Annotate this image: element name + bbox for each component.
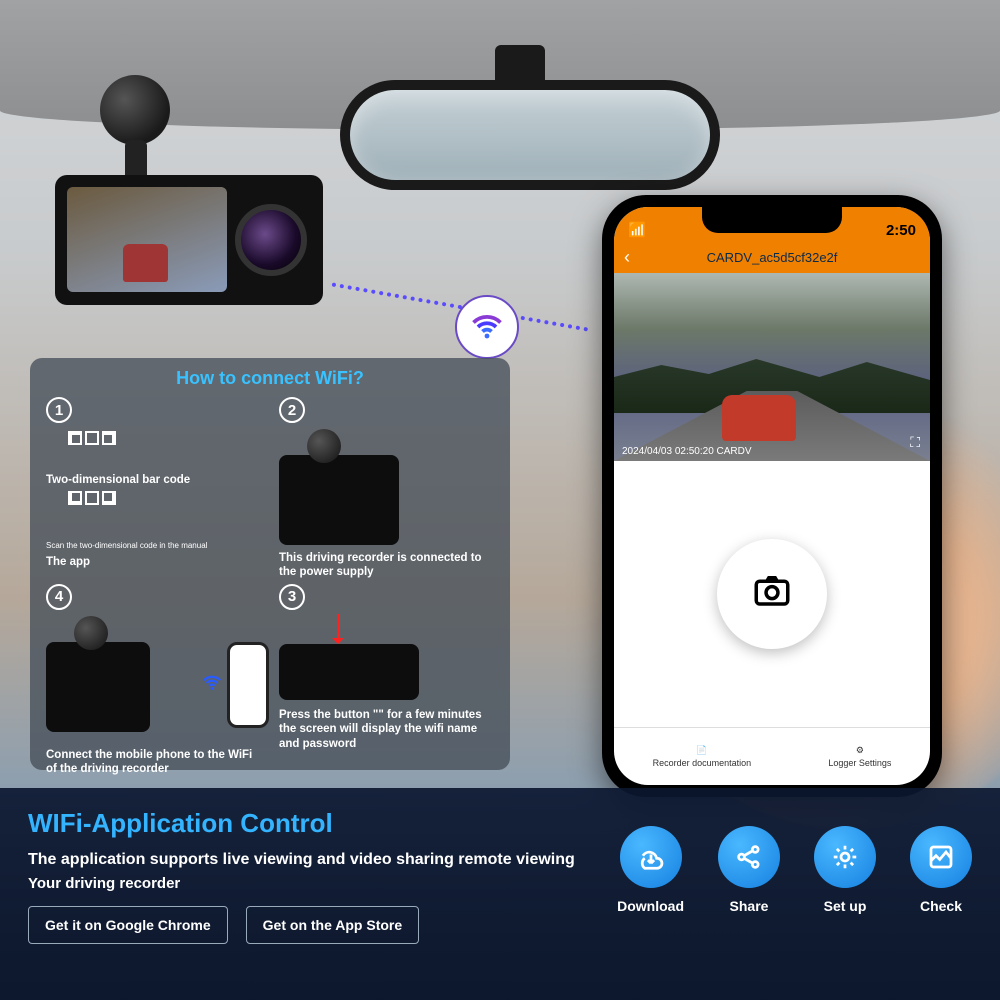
rearview-mirror: [340, 80, 720, 190]
step-2-number: 2: [279, 397, 305, 423]
signal-icon: 📶: [628, 221, 647, 239]
phone-mockup: 📶 2:50 ‹ CARDV_ac5d5cf32e2f 2024/04/03 0…: [602, 195, 942, 797]
footer-bar: WIFi-Application Control The application…: [0, 788, 1000, 1000]
download-label: Download: [617, 898, 684, 914]
setup-icon: [814, 826, 876, 888]
share-label: Share: [730, 898, 769, 914]
app-bar: ‹ CARDV_ac5d5cf32e2f: [614, 241, 930, 273]
dashcam-lens: [235, 204, 307, 276]
dashcam-screen: [67, 187, 227, 292]
document-icon: 📄: [696, 745, 707, 756]
qr-icon-2: [68, 491, 150, 531]
chrome-store-button[interactable]: Get it on Google Chrome: [28, 906, 228, 944]
check-icon: [910, 826, 972, 888]
step-3: 3 Press the button "" for a few minutes …: [279, 584, 494, 777]
step-2-caption: This driving recorder is connected to th…: [279, 551, 494, 580]
step-3-number: 3: [279, 584, 305, 610]
share-icon: [718, 826, 780, 888]
feature-setup[interactable]: Set up: [814, 826, 876, 914]
mini-wifi-icon: [201, 672, 223, 700]
check-label: Check: [920, 898, 962, 914]
app-store-button[interactable]: Get on the App Store: [246, 906, 419, 944]
status-time: 2:50: [886, 222, 916, 239]
step-1-sub-a: Scan the two-dimensional code in the man…: [46, 541, 261, 551]
setup-label: Set up: [824, 898, 867, 914]
step-1-caption: Two-dimensional bar code: [46, 473, 261, 487]
step-1-number: 1: [46, 397, 72, 423]
step-3-image: [279, 644, 419, 700]
gear-icon: ⚙: [856, 745, 864, 756]
tab-2-label: Logger Settings: [828, 758, 891, 768]
device-name: CARDV_ac5d5cf32e2f: [707, 250, 838, 265]
live-car: [722, 395, 796, 441]
shutter-button[interactable]: [717, 539, 827, 649]
phone-notch: [702, 207, 842, 233]
step-2: 2 This driving recorder is connected to …: [279, 397, 494, 580]
dashcam-mount: [100, 75, 170, 145]
phone-screen: 📶 2:50 ‹ CARDV_ac5d5cf32e2f 2024/04/03 0…: [614, 207, 930, 785]
step-1-sub-b: The app: [46, 555, 261, 569]
camera-icon: [751, 569, 793, 620]
tab-settings[interactable]: ⚙ Logger Settings: [828, 745, 891, 768]
feature-download[interactable]: Download: [617, 826, 684, 914]
wifi-icon: [455, 295, 519, 359]
step-3-caption: Press the button "" for a few minutes th…: [279, 708, 494, 751]
step-4: 4 Connect the mobile phone to the WiFi o…: [46, 584, 261, 777]
back-button[interactable]: ‹: [624, 247, 630, 268]
expand-icon[interactable]: ⛶: [910, 434, 920, 451]
panel-title: How to connect WiFi?: [46, 368, 494, 389]
shutter-area: [614, 461, 930, 727]
bottom-tabs: 📄 Recorder documentation ⚙ Logger Settin…: [614, 727, 930, 785]
download-icon: [620, 826, 682, 888]
feature-check[interactable]: Check: [910, 826, 972, 914]
feature-icons: Download Share Set up Check: [617, 826, 972, 914]
tab-documentation[interactable]: 📄 Recorder documentation: [653, 745, 752, 768]
live-view[interactable]: 2024/04/03 02:50:20 CARDV ⛶: [614, 273, 930, 461]
feature-share[interactable]: Share: [718, 826, 780, 914]
step-2-image: [279, 455, 399, 545]
step-4-number: 4: [46, 584, 72, 610]
live-timestamp: 2024/04/03 02:50:20 CARDV: [622, 446, 752, 457]
step-1: 1 Two-dimensional bar code Scan the two-…: [46, 397, 261, 580]
instruction-panel: How to connect WiFi? 1 Two-dimensional b…: [30, 358, 510, 770]
qr-icon: [68, 431, 150, 471]
step-4-caption: Connect the mobile phone to the WiFi of …: [46, 748, 261, 777]
mini-phone-icon: [227, 642, 269, 728]
dashcam-device: [55, 175, 323, 305]
step-4-image: [46, 642, 150, 732]
tab-1-label: Recorder documentation: [653, 758, 752, 768]
